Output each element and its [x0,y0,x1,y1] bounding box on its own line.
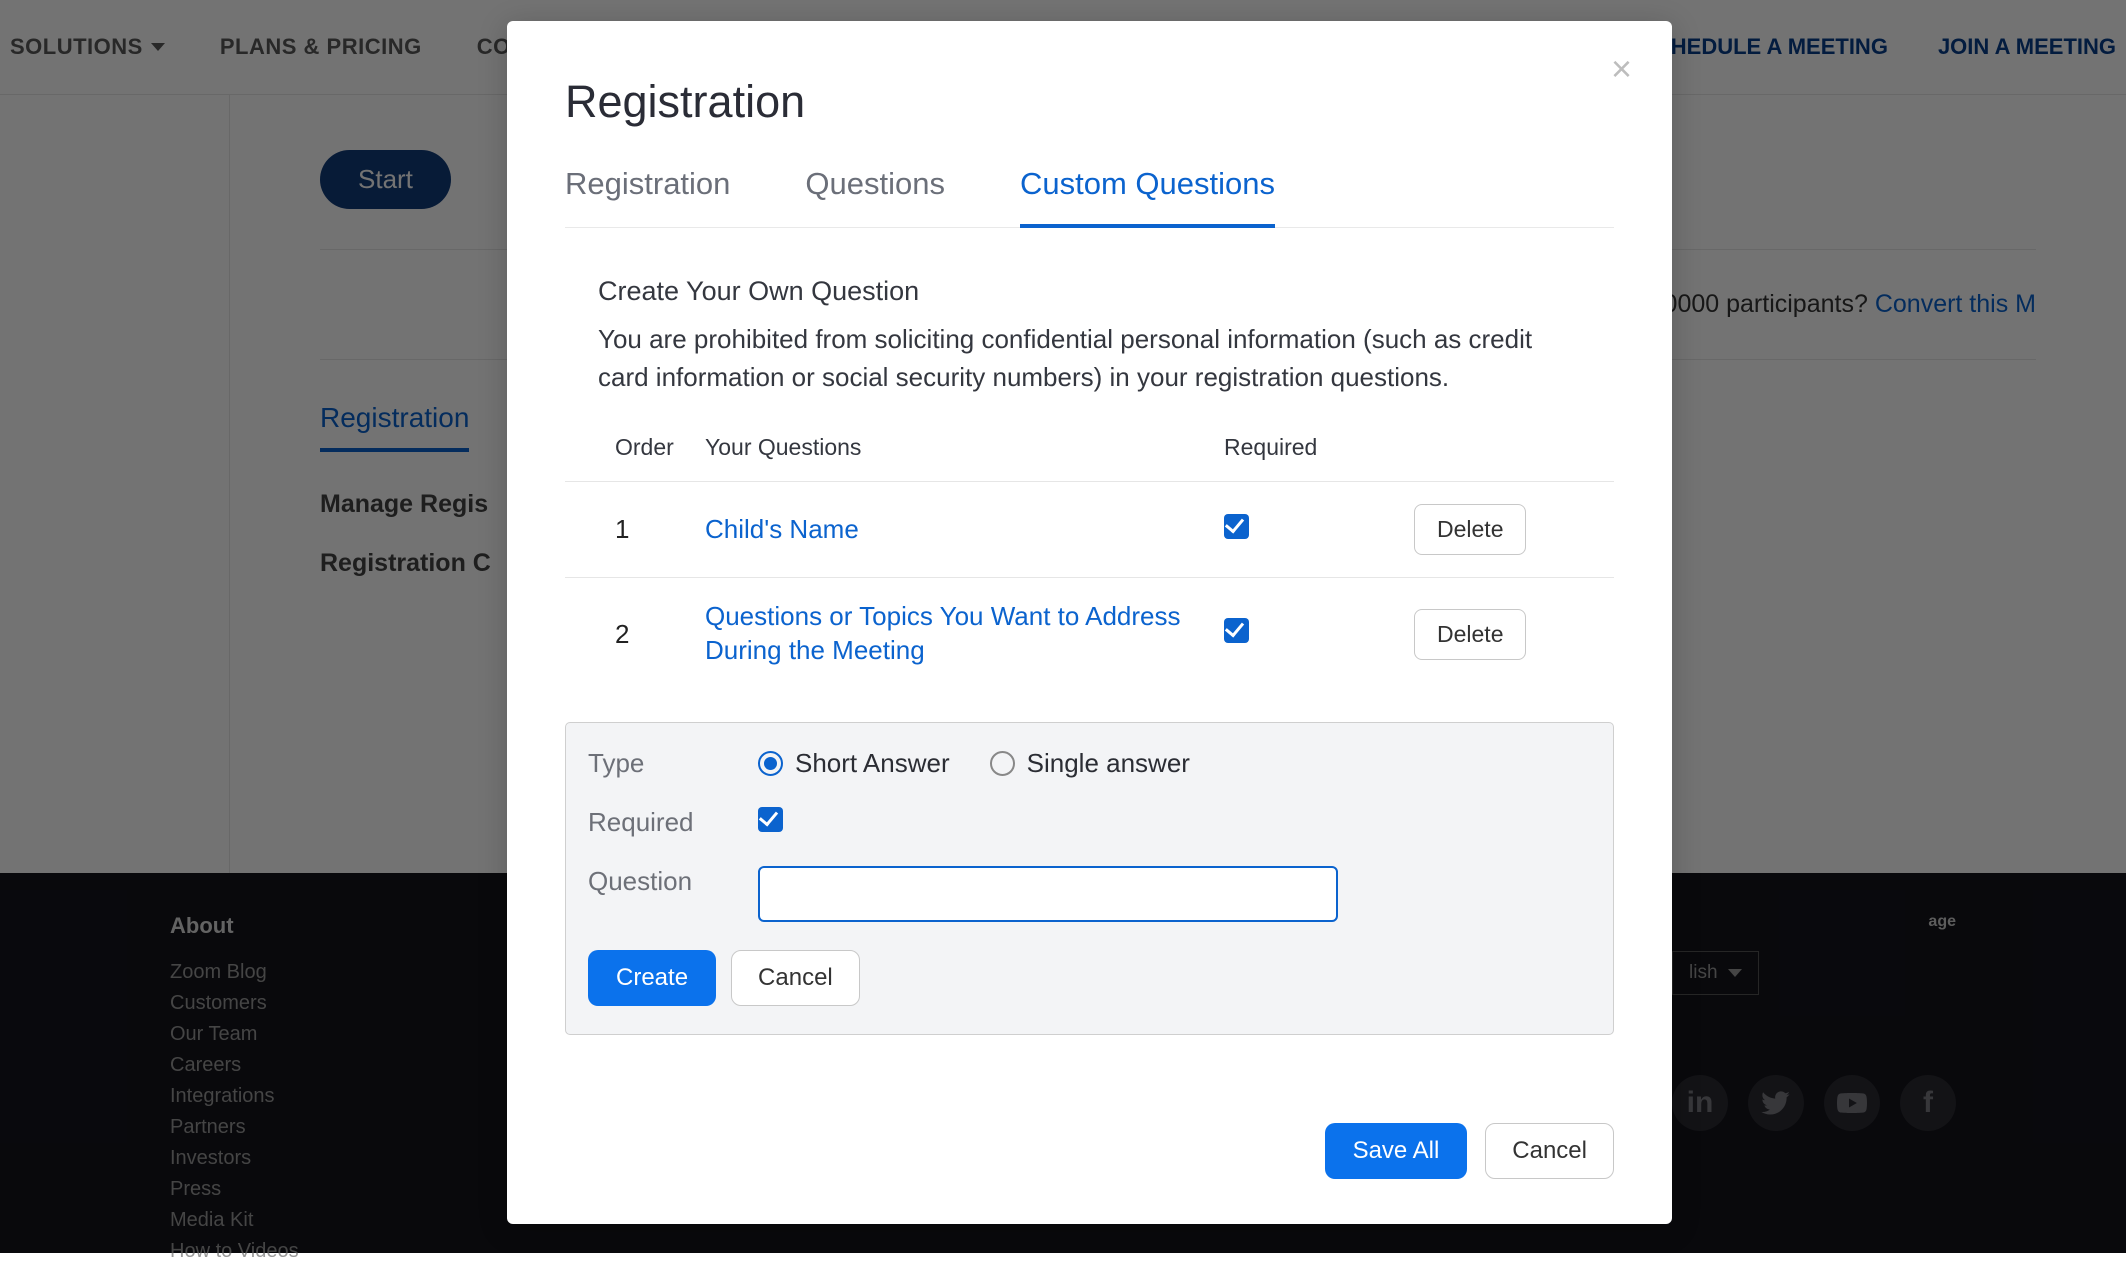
required-checkbox[interactable] [1224,514,1249,539]
modal-title: Registration [565,76,1614,128]
questions-table: Order Your Questions Required 1 Child's … [565,424,1614,690]
radio-short-answer-text: Short Answer [795,748,950,779]
row-order: 2 [615,619,705,650]
registration-modal: × Registration Registration Questions Cu… [507,21,1672,1224]
delete-button[interactable]: Delete [1414,609,1526,660]
delete-button[interactable]: Delete [1414,504,1526,555]
required-checkbox[interactable] [1224,618,1249,643]
table-row: 2 Questions or Topics You Want to Addres… [565,578,1614,690]
required-label: Required [588,807,758,838]
table-row: 1 Child's Name Delete [565,482,1614,578]
section-note: You are prohibited from soliciting confi… [598,321,1558,396]
radio-single-answer-label[interactable]: Single answer [990,748,1190,779]
row-order: 1 [615,514,705,545]
col-required: Required [1224,434,1414,461]
tab-custom-questions[interactable]: Custom Questions [1020,166,1275,228]
type-label: Type [588,748,758,779]
new-question-panel: Type Short Answer Single answer Required… [565,722,1614,1035]
question-link[interactable]: Questions or Topics You Want to Address … [705,600,1224,668]
tab-questions[interactable]: Questions [805,166,945,227]
close-icon[interactable]: × [1611,51,1632,87]
modal-tabs: Registration Questions Custom Questions [565,166,1614,228]
radio-short-answer-label[interactable]: Short Answer [758,748,950,779]
radio-short-answer[interactable] [758,751,783,776]
create-button[interactable]: Create [588,950,716,1006]
radio-single-answer-text: Single answer [1027,748,1190,779]
question-label: Question [588,866,758,897]
new-required-checkbox[interactable] [758,807,783,832]
panel-cancel-button[interactable]: Cancel [731,950,860,1006]
modal-cancel-button[interactable]: Cancel [1485,1123,1614,1179]
col-question: Your Questions [705,434,1224,461]
col-order: Order [615,434,705,461]
question-input[interactable] [758,866,1338,922]
tab-registration[interactable]: Registration [565,166,730,227]
section-heading: Create Your Own Question [598,276,1614,307]
radio-single-answer[interactable] [990,751,1015,776]
question-link[interactable]: Child's Name [705,513,1224,547]
save-all-button[interactable]: Save All [1325,1123,1468,1179]
col-actions [1414,434,1564,461]
